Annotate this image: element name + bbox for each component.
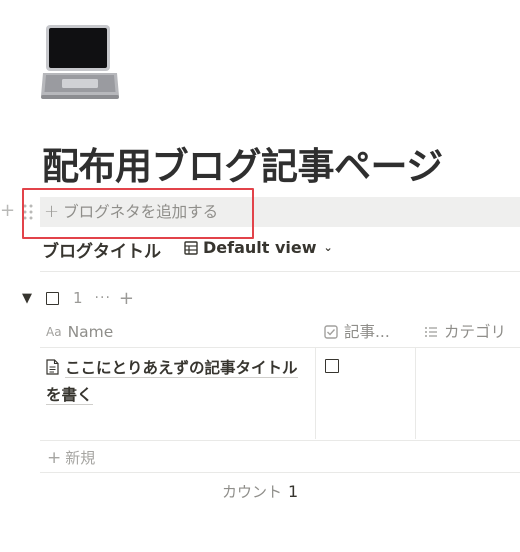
column-label: カテゴリ [444,323,507,341]
more-options-icon[interactable]: ··· [95,290,111,306]
footer-divider [40,472,520,473]
column-header-category[interactable]: カテゴリ [424,320,506,344]
count-label: カウント [222,483,283,501]
group-add-icon[interactable]: + [119,288,134,309]
text-aa-icon: Aa [46,325,62,339]
view-label: Default view [203,238,317,257]
row-checkbox[interactable] [325,359,339,373]
column-header-name[interactable]: Aa Name [46,320,113,344]
group-count: 1 [73,289,83,307]
page-title[interactable]: 配布用ブログ記事ページ [42,136,443,190]
column-label: 記事... [344,323,390,341]
plus-icon: + [47,448,62,468]
row-divider [40,440,520,441]
group-checkbox-icon [46,291,59,305]
new-row-button[interactable]: + 新規 [47,447,95,468]
table-row-name-cell[interactable]: ここにとりあえずの記事タイトルを書く [46,355,308,409]
toggle-triangle-icon[interactable]: ▼ [22,291,36,306]
row-title: ここにとりあえずの記事タイトルを書く [46,359,298,405]
checkbox-icon [324,325,338,339]
column-divider [315,347,316,439]
column-header-checkbox[interactable]: 記事... [324,320,390,344]
laptop-icon[interactable] [40,22,120,102]
new-row-label: 新規 [65,449,96,467]
page-document-icon [46,359,59,375]
chevron-down-icon: ⌄ [323,241,333,254]
group-header: ▼ 1 ··· + [22,288,134,309]
column-label: Name [67,323,114,341]
table-view-icon [184,240,198,255]
count-summary[interactable]: カウント 1 [222,481,298,502]
column-divider [415,347,416,439]
add-block-icon[interactable]: + [0,199,15,223]
header-divider [40,347,520,348]
divider [40,271,520,272]
count-value: 1 [288,482,299,501]
view-selector[interactable]: Default view ⌄ [184,238,333,257]
highlight-box [22,188,254,239]
database-title[interactable]: ブログタイトル [42,237,161,262]
list-icon [425,327,437,337]
